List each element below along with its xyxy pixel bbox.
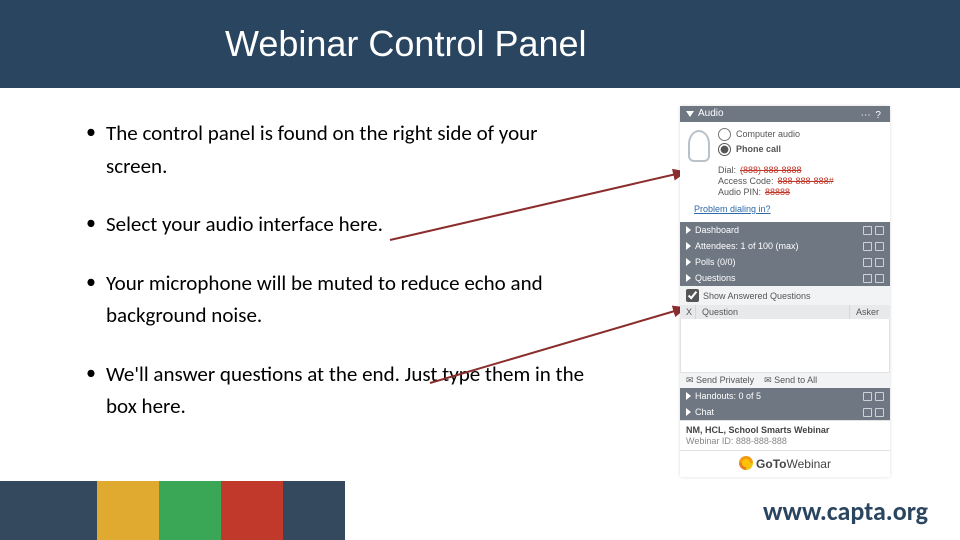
col-asker: Asker bbox=[850, 305, 890, 319]
col-question: Question bbox=[696, 305, 850, 319]
bullet-list: The control panel is found on the right … bbox=[80, 117, 600, 449]
bullet-item: We'll answer questions at the end. Just … bbox=[80, 358, 600, 423]
window-controls[interactable] bbox=[863, 258, 884, 267]
send-controls: Send Privately Send to All bbox=[680, 373, 890, 388]
window-controls[interactable] bbox=[863, 392, 884, 401]
section-title: Chat bbox=[695, 404, 714, 420]
chevron-right-icon bbox=[686, 408, 691, 416]
section-title: Questions bbox=[695, 270, 736, 286]
section-title: Dashboard bbox=[695, 222, 739, 238]
section-polls[interactable]: Polls (0/0) bbox=[680, 254, 890, 270]
gotowebinar-logo-icon bbox=[739, 456, 753, 470]
audio-options: Computer audio Phone call Dial: (888) 888… bbox=[680, 122, 890, 222]
logo-text: Webinar bbox=[786, 457, 830, 471]
chevron-down-icon bbox=[686, 274, 691, 282]
window-controls[interactable] bbox=[863, 274, 884, 283]
more-help-icons[interactable]: ⋯ ? bbox=[861, 108, 882, 124]
audio-option-phone[interactable]: Phone call bbox=[718, 143, 800, 156]
bullet-item: Your microphone will be muted to reduce … bbox=[80, 267, 600, 332]
slide-title: Webinar Control Panel bbox=[225, 23, 587, 65]
chevron-right-icon bbox=[686, 242, 691, 250]
problem-dialing-link[interactable]: Problem dialing in? bbox=[694, 204, 771, 214]
label: Show Answered Questions bbox=[703, 291, 811, 301]
section-questions-header[interactable]: Questions bbox=[680, 270, 890, 286]
chevron-down-icon bbox=[686, 111, 694, 117]
value-redacted: (888) 888-8888 bbox=[740, 165, 802, 175]
bullet-item: Select your audio interface here. bbox=[80, 208, 600, 241]
dial-in-info: Dial: (888) 888-8888 Access Code: 888-888-… bbox=[718, 165, 882, 197]
section-handouts[interactable]: Handouts: 0 of 5 bbox=[680, 388, 890, 404]
section-title: Handouts: 0 of 5 bbox=[695, 388, 761, 404]
section-title: Attendees: 1 of 100 (max) bbox=[695, 238, 799, 254]
slide-header: Webinar Control Panel bbox=[0, 0, 960, 88]
webinar-panel: Audio ⋯ ? Computer audio Phone call Dial… bbox=[680, 106, 890, 477]
chevron-right-icon bbox=[686, 258, 691, 266]
option-label: Computer audio bbox=[736, 129, 800, 141]
collapsed-sections: Dashboard Attendees: 1 of 100 (max) Poll… bbox=[680, 222, 890, 286]
send-to-all-button[interactable]: Send to All bbox=[764, 375, 817, 386]
phone-icon bbox=[688, 130, 710, 162]
bullet-item: The control panel is found on the right … bbox=[80, 117, 600, 182]
label: Access Code: bbox=[718, 176, 774, 186]
gotowebinar-branding: GoToWebinar bbox=[680, 450, 890, 477]
panel-section-audio-header[interactable]: Audio ⋯ ? bbox=[680, 106, 890, 122]
col-x: X bbox=[680, 305, 696, 319]
meeting-info: NM, HCL, School Smarts Webinar Webinar I… bbox=[680, 420, 890, 450]
meeting-title: NM, HCL, School Smarts Webinar bbox=[686, 425, 884, 435]
questions-toolbar: Show Answered Questions bbox=[680, 286, 890, 305]
footer-color-bars bbox=[0, 481, 345, 540]
window-controls[interactable] bbox=[863, 408, 884, 417]
value-redacted: 888-888-888# bbox=[778, 176, 834, 186]
webinar-id: Webinar ID: 888-888-888 bbox=[686, 436, 884, 446]
section-title: Audio bbox=[698, 106, 724, 122]
footer-url: www.capta.org bbox=[763, 495, 928, 527]
section-dashboard[interactable]: Dashboard bbox=[680, 222, 890, 238]
label: Dial: bbox=[718, 165, 736, 175]
option-label: Phone call bbox=[736, 144, 781, 156]
logo-text-bold: GoTo bbox=[756, 457, 786, 471]
chevron-right-icon bbox=[686, 392, 691, 400]
audio-option-computer[interactable]: Computer audio bbox=[718, 128, 800, 141]
questions-list[interactable] bbox=[680, 319, 890, 373]
window-controls[interactable] bbox=[863, 226, 884, 235]
send-privately-button[interactable]: Send Privately bbox=[686, 375, 754, 386]
chevron-right-icon bbox=[686, 226, 691, 234]
section-title: Polls (0/0) bbox=[695, 254, 736, 270]
section-chat[interactable]: Chat bbox=[680, 404, 890, 420]
value-redacted: 88888 bbox=[765, 187, 790, 197]
show-answered-toggle[interactable]: Show Answered Questions bbox=[686, 289, 811, 302]
label: Audio PIN: bbox=[718, 187, 761, 197]
window-controls[interactable] bbox=[863, 242, 884, 251]
questions-columns: X Question Asker bbox=[680, 305, 890, 319]
section-attendees[interactable]: Attendees: 1 of 100 (max) bbox=[680, 238, 890, 254]
